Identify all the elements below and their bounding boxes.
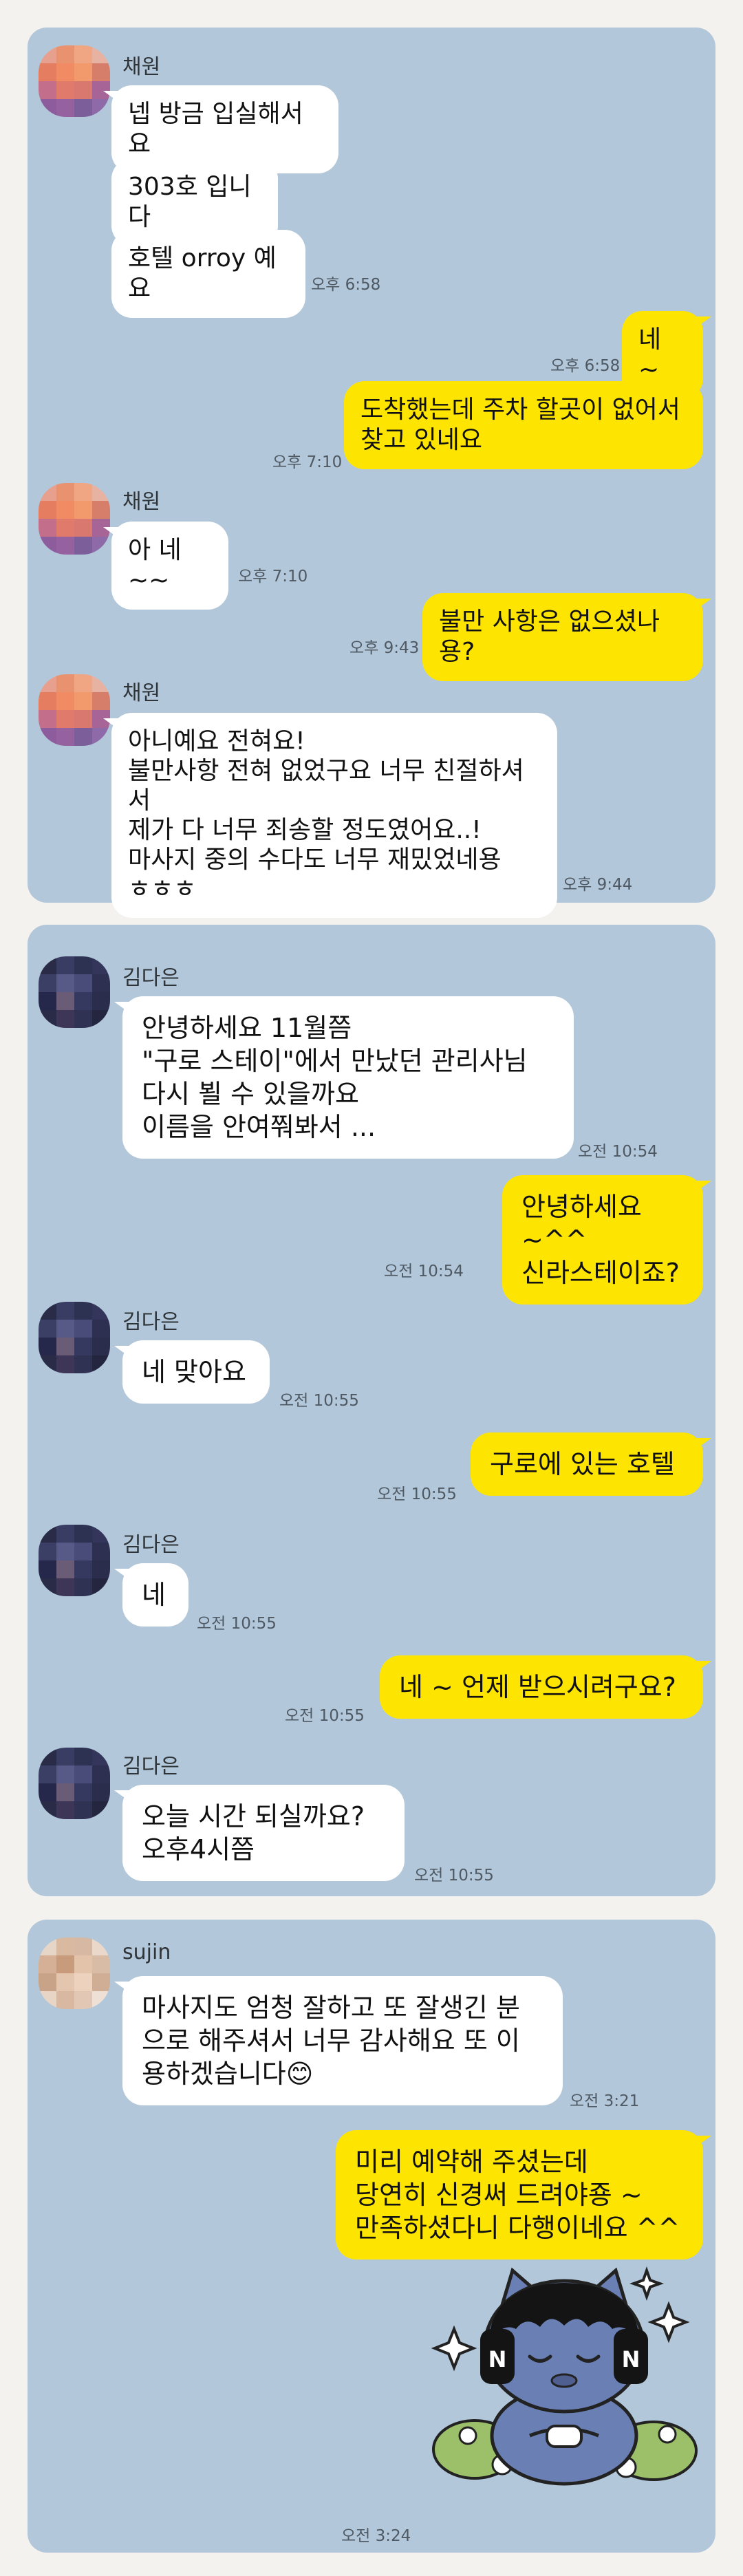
timestamp: 오후 9:43 <box>349 639 420 657</box>
message-bubble[interactable]: 네 맞아요 <box>114 1340 270 1404</box>
timestamp: 오전 10:55 <box>197 1615 277 1633</box>
avatar-chaewon[interactable] <box>39 45 110 117</box>
timestamp: 오전 10:55 <box>414 1867 494 1885</box>
avatar-kimdaeun[interactable] <box>39 1525 110 1596</box>
cat-sticker-icon: N N <box>431 2266 698 2486</box>
svg-text:N: N <box>622 2346 640 2372</box>
chat-screenshot-3: sujin 마사지도 엄청 잘하고 또 잘생긴 분 으로 해주셔서 너무 감사해… <box>28 1920 715 2553</box>
message-bubble[interactable]: 아니예요 전혀요! 불만사항 전혀 없었구요 너무 친절하셔서 제가 다 너무 … <box>103 713 557 918</box>
message-bubble[interactable]: 오늘 시간 되실까요? 오후4시쯤 <box>114 1785 405 1881</box>
sender-name: 김다은 <box>122 966 180 990</box>
message-bubble[interactable]: 아 네~~ <box>103 522 228 610</box>
message-bubble[interactable]: 안녕하세요 ~^^ 신라스테이죠? <box>502 1175 711 1305</box>
timestamp: 오전 3:24 <box>341 2527 411 2545</box>
message-bubble[interactable]: 안녕하세요 11월쯤 "구로 스테이"에서 만났던 관리사님 다시 뵐 수 있을… <box>114 996 574 1159</box>
avatar-kimdaeun[interactable] <box>39 1748 110 1819</box>
message-bubble[interactable]: 마사지도 엄청 잘하고 또 잘생긴 분 으로 해주셔서 너무 감사해요 또 이 … <box>114 1976 563 2105</box>
sender-name: 김다은 <box>122 1754 180 1779</box>
sender-name: sujin <box>122 1940 171 1964</box>
sender-name: 김다은 <box>122 1310 180 1334</box>
timestamp: 오전 3:21 <box>570 2092 640 2110</box>
sender-name: 채원 <box>122 55 161 79</box>
sender-name: 채원 <box>122 681 161 705</box>
message-bubble[interactable]: 호텔 orroy 예요 <box>111 230 305 318</box>
timestamp: 오후 6:58 <box>550 357 621 375</box>
message-bubble[interactable]: 네 <box>114 1563 189 1627</box>
chat-screenshot-2: 김다은 안녕하세요 11월쯤 "구로 스테이"에서 만났던 관리사님 다시 뵐 … <box>28 925 715 1896</box>
avatar-sujin[interactable] <box>39 1938 110 2009</box>
svg-text:N: N <box>488 2346 507 2372</box>
timestamp: 오전 10:55 <box>377 1485 457 1503</box>
timestamp: 오후 6:58 <box>311 276 381 294</box>
message-bubble[interactable]: 불만 사항은 없으셨나용? <box>422 593 711 681</box>
avatar-kimdaeun[interactable] <box>39 956 110 1028</box>
message-bubble[interactable]: 네 ~ 언제 받으시려구요? <box>380 1655 711 1719</box>
timestamp: 오전 10:55 <box>279 1392 359 1410</box>
timestamp: 오전 10:55 <box>285 1707 365 1725</box>
avatar-kimdaeun[interactable] <box>39 1302 110 1373</box>
message-bubble[interactable]: 미리 예약해 주셨는데 당연히 신경써 드려야죵 ~ 만족하셨다니 다행이네요 … <box>336 2130 711 2260</box>
cat-character-sticker[interactable]: N N <box>427 2264 702 2491</box>
timestamp: 오후 7:10 <box>238 568 308 586</box>
timestamp: 오전 10:54 <box>384 1263 464 1280</box>
sender-name: 채원 <box>122 490 161 514</box>
avatar-chaewon[interactable] <box>39 483 110 555</box>
avatar-chaewon[interactable] <box>39 674 110 746</box>
timestamp: 오후 9:44 <box>563 876 633 894</box>
sender-name: 김다은 <box>122 1533 180 1557</box>
message-bubble[interactable]: 구로에 있는 호텔 <box>471 1432 711 1496</box>
message-bubble[interactable]: 도착했는데 주차 할곳이 없어서 찾고 있네요 <box>344 381 703 469</box>
timestamp: 오전 10:54 <box>578 1143 658 1161</box>
timestamp: 오후 7:10 <box>272 453 343 471</box>
chat-screenshot-1: 채원 넵 방금 입실해서요 303호 입니다 호텔 orroy 예요 오후 6:… <box>28 28 715 918</box>
